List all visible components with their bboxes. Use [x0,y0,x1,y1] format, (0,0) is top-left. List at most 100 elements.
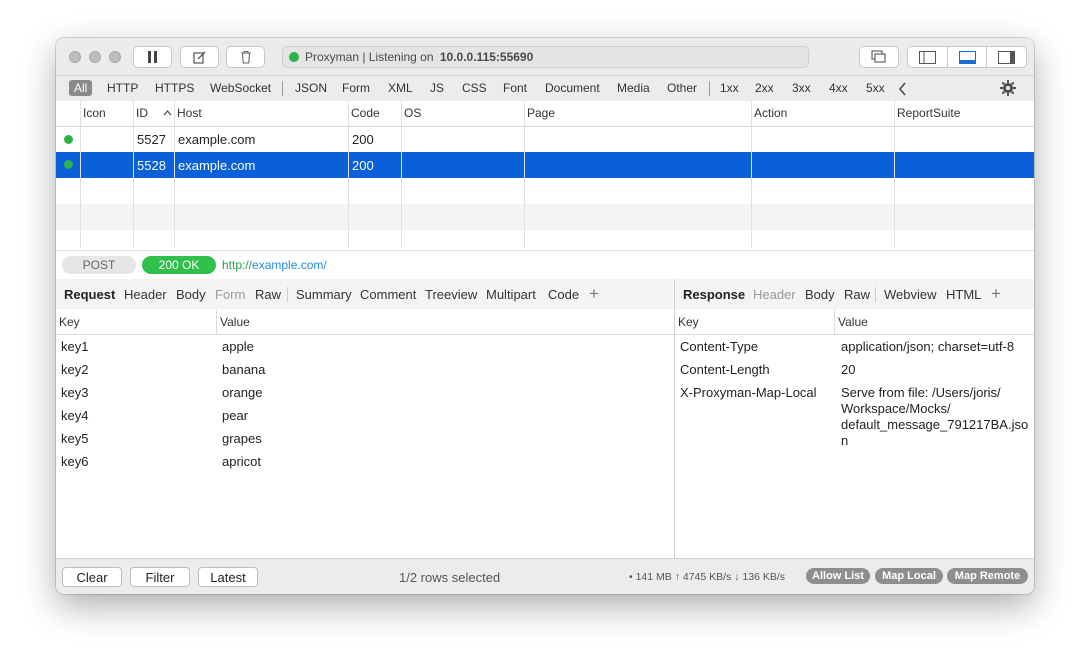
request-kv-list: key1 apple key2 banana key3 orange key4 pear… [56,335,674,558]
filter-css[interactable]: CSS [457,81,492,96]
delete-button[interactable] [226,46,265,68]
key-column-header[interactable]: Key [59,315,80,329]
request-tab-treeview[interactable]: Treeview [425,287,477,302]
new-window-button[interactable] [859,46,899,68]
filter-websocket[interactable]: WebSocket [205,81,276,96]
minimize-window-button[interactable] [89,51,101,63]
column-os[interactable]: OS [404,106,421,120]
param-key: key2 [61,362,89,377]
close-window-button[interactable] [69,51,81,63]
clear-button[interactable]: Clear [62,567,122,587]
header-value: Serve from file: /Users/joris/ Workspace… [841,385,1031,449]
response-tab-raw[interactable]: Raw [844,287,870,302]
filter-xml[interactable]: XML [383,81,418,96]
pause-button[interactable] [133,46,172,68]
column-reportsuite[interactable]: ReportSuite [897,106,960,120]
header-value-line: n [841,433,849,448]
bottom-panel-icon [958,50,976,64]
filter-https[interactable]: HTTPS [150,81,199,96]
selection-count: 1/2 rows selected [399,570,501,585]
filter-font[interactable]: Font [498,81,532,96]
map-remote-badge[interactable]: Map Remote [947,568,1028,584]
filter-1xx[interactable]: 1xx [715,81,744,96]
response-kv-header: Key Value [675,309,1034,335]
compose-icon [192,51,205,64]
column-host[interactable]: Host [177,106,202,120]
gear-icon[interactable] [1000,80,1016,96]
filter-media[interactable]: Media [612,81,655,96]
layout-right-panel-button[interactable] [987,47,1026,67]
param-key: key5 [61,431,89,446]
empty-row [56,230,1034,248]
table-header: Icon ID Host Code OS Page Action ReportS… [56,101,1034,127]
column-code[interactable]: Code [351,106,380,120]
request-tab-comment[interactable]: Comment [360,287,416,302]
filter-http[interactable]: HTTP [102,81,143,96]
trash-icon [240,50,251,64]
header-key: X-Proxyman-Map-Local [680,385,817,400]
value-column-header: Value [838,315,868,329]
table-row[interactable]: 5527 example.com 200 [56,126,1034,152]
param-key: key4 [61,408,89,423]
request-tab-summary[interactable]: Summary [296,287,352,302]
filter-js[interactable]: JS [425,81,449,96]
split-view-divider[interactable] [674,279,675,559]
status-prefix: Proxyman | Listening on [305,50,437,64]
param-key: key6 [61,454,89,469]
success-status-dot [64,160,73,169]
listening-status-dot [289,52,299,62]
response-tab-body[interactable]: Body [805,287,835,302]
filter-3xx[interactable]: 3xx [787,81,816,96]
param-key: key1 [61,339,89,354]
column-icon[interactable]: Icon [83,106,106,120]
key-column-header[interactable]: Key [678,315,699,329]
request-tab-multipart[interactable]: Multipart [486,287,536,302]
response-kv-list: Content-Type application/json; charset=ut… [675,335,1034,558]
filter-json[interactable]: JSON [290,81,332,96]
filter-4xx[interactable]: 4xx [824,81,853,96]
add-request-tab-button[interactable]: + [589,284,599,304]
filter-other[interactable]: Other [662,81,702,96]
response-tab-html[interactable]: HTML [946,287,981,302]
row-id: 5528 [137,158,166,173]
filter-all[interactable]: All [69,80,93,96]
latest-button[interactable]: Latest [198,567,258,587]
request-tab-form[interactable]: Form [215,287,245,302]
method-badge: POST [62,256,136,274]
request-kv-header: Key Value [56,309,674,335]
request-tab-raw[interactable]: Raw [255,287,281,302]
bottom-status-bar: Clear Filter Latest 1/2 rows selected • … [56,558,1034,594]
compose-button[interactable] [180,46,219,68]
response-tab-header[interactable]: Header [753,287,796,302]
protocol-filter-bar: All HTTP HTTPS WebSocket JSON Form XML J… [56,76,1034,102]
layout-bottom-panel-button[interactable] [948,47,988,67]
filter-button[interactable]: Filter [130,567,190,587]
param-value: pear [222,408,249,423]
tab-separator [875,287,876,302]
layout-sidebar-button[interactable] [908,47,948,67]
add-response-tab-button[interactable]: + [991,284,1001,304]
response-tab-webview[interactable]: Webview [884,287,937,302]
column-action[interactable]: Action [754,106,787,120]
column-divider [216,309,217,334]
request-tab-body[interactable]: Body [176,287,206,302]
filter-5xx[interactable]: 5xx [861,81,890,96]
header-value: 20 [841,362,856,377]
request-title: Request [64,287,116,302]
request-tab-code[interactable]: Code [548,287,579,302]
column-page[interactable]: Page [527,106,555,120]
filter-2xx[interactable]: 2xx [750,81,779,96]
request-tab-header[interactable]: Header [124,287,167,302]
allow-list-badge[interactable]: Allow List [806,568,870,584]
column-id[interactable]: ID [136,106,148,120]
map-local-badge[interactable]: Map Local [875,568,943,584]
filter-form[interactable]: Form [337,81,375,96]
filter-document[interactable]: Document [540,81,605,96]
table-row-selected[interactable]: 5528 example.com 200 [56,152,1034,178]
request-url[interactable]: http://example.com/ [222,258,327,272]
zoom-window-button[interactable] [109,51,121,63]
pause-icon [148,51,157,63]
chevron-left-icon[interactable] [898,82,908,96]
header-value-line: Serve from file: /Users/joris/ [841,385,1001,400]
column-divider [751,101,752,248]
